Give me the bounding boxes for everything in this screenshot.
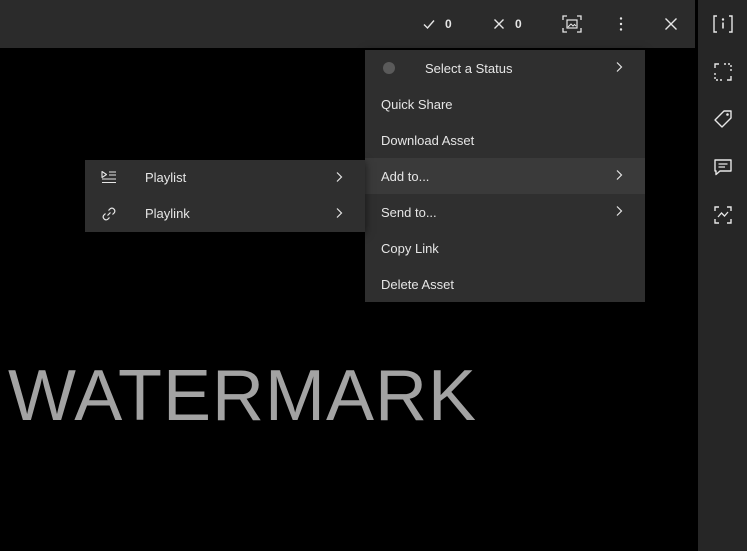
menu-item-copy-link[interactable]: Copy Link	[365, 230, 645, 266]
menu-item-delete-asset[interactable]: Delete Asset	[365, 266, 645, 302]
viewer-toolbar: 0 0	[0, 0, 695, 48]
comment-icon[interactable]	[711, 155, 735, 179]
menu-item-label: Select a Status	[425, 60, 513, 76]
reject-count: 0	[515, 17, 522, 31]
more-options-button[interactable]	[618, 0, 624, 48]
menu-item-select-status[interactable]: Select a Status	[365, 50, 645, 86]
chevron-right-icon	[615, 169, 623, 184]
submenu-item-playlink[interactable]: Playlink	[85, 196, 365, 232]
compare-icon[interactable]	[711, 203, 735, 227]
chevron-right-icon	[335, 207, 343, 222]
status-dot-icon	[383, 62, 395, 74]
more-vertical-icon	[618, 16, 624, 32]
approve-button[interactable]: 0	[422, 0, 452, 48]
menu-item-label: Delete Asset	[381, 276, 454, 292]
add-to-submenu: Playlist Playlink	[85, 160, 365, 232]
approve-count: 0	[445, 17, 452, 31]
menu-item-quick-share[interactable]: Quick Share	[365, 86, 645, 122]
reject-button[interactable]: 0	[492, 0, 522, 48]
submenu-item-playlist[interactable]: Playlist	[85, 160, 365, 196]
menu-item-add-to[interactable]: Add to...	[365, 158, 645, 194]
asset-context-menu: Select a Status Quick Share Download Ass…	[365, 50, 645, 302]
menu-item-label: Copy Link	[381, 240, 439, 256]
watermark-text: WATERMARK	[8, 356, 477, 436]
menu-item-label: Quick Share	[381, 96, 453, 112]
info-icon[interactable]	[711, 12, 735, 36]
right-sidebar	[698, 0, 747, 551]
fit-to-screen-button[interactable]	[562, 0, 582, 48]
crop-icon[interactable]	[711, 60, 735, 84]
menu-item-label: Send to...	[381, 204, 437, 220]
close-viewer-button[interactable]	[664, 0, 678, 48]
menu-item-download-asset[interactable]: Download Asset	[365, 122, 645, 158]
menu-item-send-to[interactable]: Send to...	[365, 194, 645, 230]
chevron-right-icon	[615, 61, 623, 76]
tag-icon[interactable]	[711, 107, 735, 131]
submenu-item-label: Playlink	[145, 206, 190, 221]
close-x-icon	[492, 17, 506, 31]
link-icon	[101, 206, 117, 225]
menu-item-label: Add to...	[381, 168, 430, 184]
menu-item-label: Download Asset	[381, 132, 475, 148]
chevron-right-icon	[615, 205, 623, 220]
chevron-right-icon	[335, 171, 343, 186]
playlist-icon	[101, 170, 117, 187]
submenu-item-label: Playlist	[145, 170, 187, 185]
fit-to-screen-icon	[562, 15, 582, 33]
check-icon	[422, 17, 436, 31]
close-icon	[664, 17, 678, 31]
